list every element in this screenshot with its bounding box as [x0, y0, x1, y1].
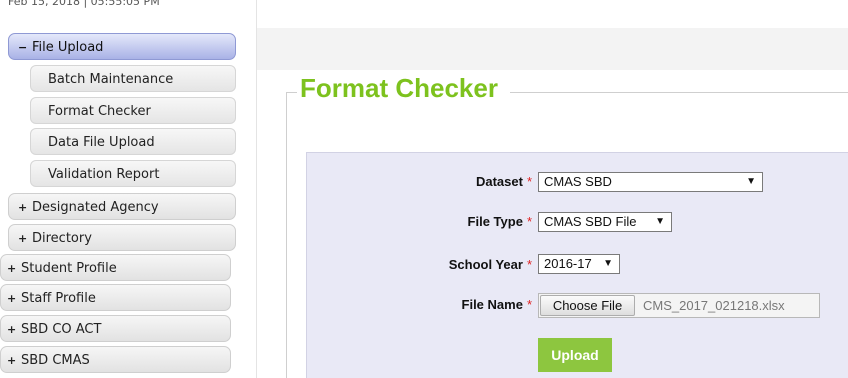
sidebar-item-label: Directory	[32, 231, 92, 246]
required-marker: *	[526, 214, 532, 229]
file-type-label: File Type *	[468, 214, 532, 229]
sidebar-item-sbd-co-act[interactable]: + SBD CO ACT	[0, 315, 231, 342]
sidebar-item-label: Designated Agency	[32, 200, 159, 215]
dropdown-arrow-icon: ▼	[746, 176, 756, 187]
fieldset-border	[510, 92, 848, 93]
sidebar-item-file-upload[interactable]: − File Upload	[8, 33, 236, 60]
fieldset-border	[286, 92, 297, 93]
file-type-value: CMAS SBD File	[544, 214, 637, 229]
dataset-select[interactable]: CMAS SBD ▼	[538, 172, 763, 192]
sidebar-subitem-data-file-upload[interactable]: Data File Upload	[30, 128, 236, 155]
selected-file-name: CMS_2017_021218.xlsx	[643, 298, 785, 313]
sidebar-item-label: File Upload	[32, 40, 104, 55]
sidebar-item-designated-agency[interactable]: + Designated Agency	[8, 193, 236, 220]
dataset-label: Dataset *	[476, 174, 532, 189]
dropdown-arrow-icon: ▼	[655, 216, 665, 227]
school-year-label: School Year *	[449, 257, 532, 272]
dataset-label-text: Dataset	[475, 174, 523, 189]
school-year-label-text: School Year	[448, 257, 523, 272]
sidebar: Feb 15, 2018 | 05:55:05 PM − File Upload …	[0, 0, 256, 378]
dropdown-arrow-icon: ▼	[603, 258, 613, 269]
expand-icon: +	[7, 292, 17, 305]
file-name-label: File Name *	[462, 297, 532, 312]
required-marker: *	[526, 257, 532, 272]
sidebar-item-directory[interactable]: + Directory	[8, 224, 236, 251]
sidebar-subitem-batch-maintenance[interactable]: Batch Maintenance	[30, 65, 236, 92]
file-name-label-text: File Name	[461, 297, 523, 312]
top-bar	[257, 28, 848, 70]
file-type-label-text: File Type	[467, 214, 523, 229]
required-marker: *	[526, 174, 532, 189]
page-title: Format Checker	[300, 73, 498, 103]
upload-button[interactable]: Upload	[538, 338, 612, 372]
sidebar-item-staff-profile[interactable]: + Staff Profile	[0, 284, 231, 311]
sidebar-item-sbd-cmas[interactable]: + SBD CMAS	[0, 346, 231, 373]
file-input[interactable]: Choose File CMS_2017_021218.xlsx	[538, 293, 820, 318]
required-marker: *	[526, 297, 532, 312]
file-type-select[interactable]: CMAS SBD File ▼	[538, 212, 672, 232]
collapse-icon: −	[18, 41, 28, 54]
sidebar-subitem-format-checker[interactable]: Format Checker	[30, 97, 236, 124]
timestamp: Feb 15, 2018 | 05:55:05 PM	[8, 0, 160, 8]
expand-icon: +	[7, 262, 17, 275]
dataset-value: CMAS SBD	[544, 174, 612, 189]
expand-icon: +	[18, 201, 28, 214]
sidebar-item-label: Student Profile	[21, 261, 117, 276]
expand-icon: +	[7, 323, 17, 336]
sidebar-item-label: SBD CMAS	[21, 353, 90, 368]
sidebar-item-label: SBD CO ACT	[21, 322, 102, 337]
fieldset-border	[286, 92, 287, 378]
sidebar-item-student-profile[interactable]: + Student Profile	[0, 254, 231, 281]
school-year-value: 2016-17	[544, 256, 592, 271]
expand-icon: +	[7, 354, 17, 367]
sidebar-item-label: Staff Profile	[21, 291, 96, 306]
school-year-select[interactable]: 2016-17 ▼	[538, 254, 620, 274]
sidebar-subitem-validation-report[interactable]: Validation Report	[30, 160, 236, 187]
choose-file-button[interactable]: Choose File	[540, 295, 635, 316]
expand-icon: +	[18, 232, 28, 245]
